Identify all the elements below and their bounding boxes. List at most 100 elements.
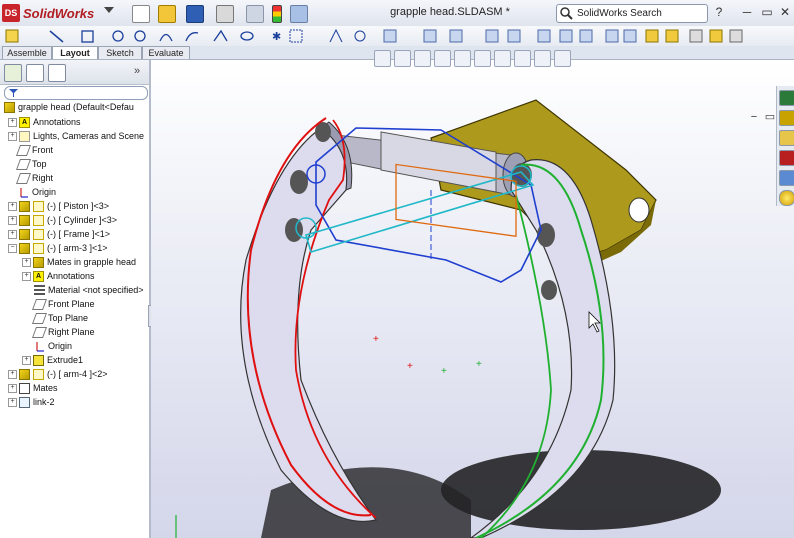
- lights-icon: [19, 130, 30, 142]
- options-icon[interactable]: [290, 5, 308, 23]
- zoom-area-icon[interactable]: [394, 50, 411, 67]
- help-button[interactable]: ?: [712, 5, 726, 19]
- expand-icon[interactable]: +: [8, 383, 17, 393]
- expand-icon[interactable]: +: [8, 397, 17, 407]
- tree-item-right-plane[interactable]: Right Plane: [31, 325, 95, 339]
- plane-icon: [31, 298, 48, 310]
- collapse-icon[interactable]: −: [8, 243, 17, 253]
- viewport-minimize-button[interactable]: −: [748, 112, 760, 124]
- sketch-tools[interactable]: ✱: [5, 28, 743, 43]
- view-settings-icon[interactable]: [554, 50, 571, 67]
- tab-evaluate[interactable]: Evaluate: [142, 46, 190, 59]
- view-palette-icon[interactable]: [779, 170, 794, 186]
- expand-icon[interactable]: +: [8, 215, 17, 225]
- expand-icon[interactable]: +: [8, 131, 17, 141]
- edit-appearance-icon[interactable]: [514, 50, 531, 67]
- left-grapple-arm[interactable]: [240, 127, 378, 522]
- view-orientation-icon[interactable]: [454, 50, 471, 67]
- apply-scene-icon[interactable]: [534, 50, 551, 67]
- tree-item-top[interactable]: Top: [15, 157, 47, 171]
- print-icon[interactable]: [216, 5, 234, 23]
- resources-icon[interactable]: [779, 90, 794, 106]
- tree-item-cylinder[interactable]: + (-) [ Cylinder ]<3>: [8, 213, 117, 227]
- search-icon: [560, 7, 573, 20]
- tree-item-label: Material <not specified>: [48, 285, 144, 295]
- tab-assemble[interactable]: Assemble: [2, 46, 52, 59]
- left-arm-hole-3: [285, 218, 303, 242]
- panel-expand-icon[interactable]: »: [134, 65, 140, 77]
- tree-item-extrude1[interactable]: + Extrude1: [22, 353, 83, 367]
- tab-sketch[interactable]: Sketch: [98, 46, 142, 59]
- part-icon: [19, 228, 30, 240]
- search-box[interactable]: SolidWorks Search: [556, 4, 708, 23]
- tree-item-label: Top: [32, 159, 47, 169]
- previous-view-icon[interactable]: [414, 50, 431, 67]
- expand-icon[interactable]: +: [8, 117, 17, 127]
- tree-item-right[interactable]: Right: [15, 171, 53, 185]
- tree-item-origin[interactable]: Origin: [18, 185, 56, 199]
- feature-manager-tab-icon[interactable]: [4, 64, 22, 82]
- solidworks-logo[interactable]: DS SolidWorks: [2, 3, 102, 23]
- svg-text:✱: ✱: [272, 31, 281, 43]
- tree-item-top-plane[interactable]: Top Plane: [31, 311, 88, 325]
- expand-icon[interactable]: +: [8, 229, 17, 239]
- expand-icon[interactable]: +: [8, 201, 17, 211]
- tree-item-label: Origin: [32, 187, 57, 197]
- tree-item-mates-in-grapple-head[interactable]: + Mates in grapple head: [22, 255, 136, 269]
- tree-item-arm-origin[interactable]: Origin: [34, 339, 72, 353]
- tree-item-annotations[interactable]: + A Annotations: [8, 115, 81, 129]
- brand-name: SolidWorks: [23, 5, 95, 21]
- viewport-tile-button[interactable]: ▭: [764, 112, 776, 124]
- property-manager-tab-icon[interactable]: [26, 64, 44, 82]
- tree-item-arm-4[interactable]: + (-) [ arm-4 ]<2>: [8, 367, 108, 381]
- grapple-model[interactable]: + + + +: [151, 60, 794, 538]
- configuration-manager-tab-icon[interactable]: [48, 64, 66, 82]
- expand-icon[interactable]: +: [22, 257, 31, 267]
- file-explorer-icon[interactable]: [779, 130, 794, 146]
- tree-item-arm-annotations[interactable]: + A Annotations: [22, 269, 95, 283]
- tree-item-front[interactable]: Front: [15, 143, 54, 157]
- graphics-area[interactable]: + + + + − ▭ ✕: [151, 60, 794, 538]
- close-button[interactable]: ✕: [778, 5, 792, 19]
- tree-item-frame[interactable]: + (-) [ Frame ]<1>: [8, 227, 110, 241]
- feature-manager-panel: » grapple head (Default<Defau + A Annotat…: [0, 60, 151, 538]
- tree-item-front-plane[interactable]: Front Plane: [31, 297, 95, 311]
- tree-filter[interactable]: [4, 86, 148, 100]
- tab-layout[interactable]: Layout: [52, 46, 98, 59]
- menu-arrow-icon[interactable]: [104, 7, 114, 13]
- rebuild-traffic-light-icon[interactable]: [272, 5, 282, 23]
- new-document-icon[interactable]: [132, 5, 150, 23]
- tree-root[interactable]: grapple head (Default<Defau: [4, 100, 134, 114]
- tree-item-lights[interactable]: + Lights, Cameras and Scene: [8, 129, 144, 143]
- open-folder-icon[interactable]: [158, 5, 176, 23]
- expand-icon[interactable]: +: [22, 355, 31, 365]
- zoom-to-fit-icon[interactable]: [374, 50, 391, 67]
- expand-icon[interactable]: +: [8, 369, 17, 379]
- restore-button[interactable]: ▭: [760, 5, 774, 19]
- tree-item-label: link-2: [33, 397, 55, 407]
- minimize-button[interactable]: ─: [740, 5, 754, 19]
- tree-root-label: grapple head (Default<Defau: [18, 102, 134, 112]
- part-icon: [19, 368, 30, 380]
- design-library-icon[interactable]: [779, 110, 794, 126]
- tree-item-arm-3[interactable]: − (-) [ arm-3 ]<1>: [8, 241, 108, 255]
- search-placeholder: SolidWorks Search: [577, 8, 662, 19]
- tree-item-label: Front: [32, 145, 54, 155]
- tree-item-piston[interactable]: + (-) [ Piston ]<3>: [8, 199, 109, 213]
- expand-icon[interactable]: +: [22, 271, 31, 281]
- search-results-icon[interactable]: [779, 150, 794, 166]
- tree-item-link-2[interactable]: + link-2: [8, 395, 55, 409]
- display-style-icon[interactable]: [474, 50, 491, 67]
- tree-item-material[interactable]: Material <not specified>: [34, 283, 144, 297]
- appearances-icon[interactable]: [779, 190, 794, 206]
- sketch-icon: [19, 396, 30, 408]
- heads-up-view-toolbar: [374, 50, 574, 67]
- section-view-icon[interactable]: [434, 50, 451, 67]
- tree-item-mates[interactable]: + Mates: [8, 381, 58, 395]
- undo-icon[interactable]: [246, 5, 264, 23]
- tree-item-label: (-) [ Cylinder ]<3>: [47, 215, 118, 225]
- hide-show-items-icon[interactable]: [494, 50, 511, 67]
- save-icon[interactable]: [186, 5, 204, 23]
- plane-icon: [15, 144, 32, 156]
- part-icon: [19, 242, 30, 254]
